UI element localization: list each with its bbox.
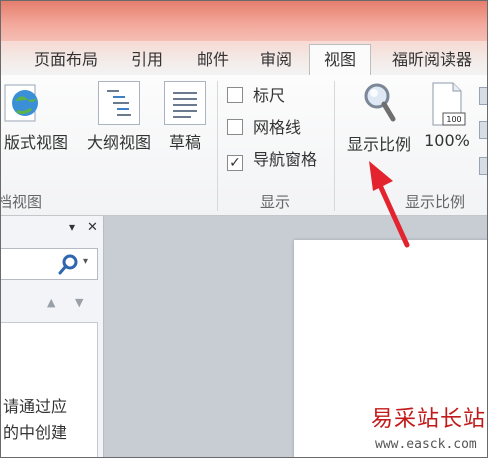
- outline-icon: [98, 81, 140, 125]
- search-dropdown-icon[interactable]: ▾: [83, 256, 88, 267]
- search-icon[interactable]: [57, 253, 79, 275]
- next-result-icon[interactable]: ▼: [75, 296, 83, 309]
- ruler-label: 标尺: [253, 86, 286, 105]
- draft-icon: [164, 81, 206, 125]
- group-separator: [217, 81, 218, 211]
- previous-result-icon[interactable]: ▲: [47, 296, 55, 309]
- search-input[interactable]: ▾: [1, 248, 98, 280]
- zoom-100-label: 100%: [424, 131, 470, 150]
- ruler-checkbox-box[interactable]: [227, 87, 243, 103]
- two-pages-icon[interactable]: [479, 121, 487, 139]
- show-group-label: 显示: [260, 193, 291, 211]
- zoom-group-label: 显示比例: [405, 193, 466, 211]
- tab-view[interactable]: 视图: [309, 44, 371, 77]
- tab-foxit-reader[interactable]: 福昕阅读器: [383, 47, 481, 75]
- checkmark-icon[interactable]: ✓: [227, 155, 243, 171]
- watermark-url: www.easck.com: [375, 437, 477, 452]
- views-group-label: 档视图: [0, 193, 43, 211]
- zoom-button[interactable]: 显示比例: [341, 79, 417, 155]
- navigation-pane: ▾ ✕ ▾ ▲ ▼ 请通过应 的中创建: [1, 216, 104, 457]
- page-width-icon[interactable]: [479, 157, 487, 175]
- web-layout-icon: [4, 84, 38, 122]
- draft-view-button[interactable]: 草稿: [161, 81, 209, 153]
- word-window: 页面布局 引用 邮件 审阅 视图 福昕阅读器 版式视图 大纲视图 草稿 档视图 …: [0, 0, 488, 458]
- tab-mailings[interactable]: 邮件: [191, 47, 235, 75]
- navigation-results: 请通过应 的中创建: [1, 322, 98, 457]
- navigation-pane-label: 导航窗格: [253, 150, 318, 169]
- outline-view-button[interactable]: 大纲视图: [81, 81, 157, 153]
- magnifier-icon: [364, 83, 396, 122]
- gridlines-checkbox-box[interactable]: [227, 119, 243, 135]
- zoom-100-button[interactable]: 100 100%: [419, 81, 475, 150]
- nav-help-text-line2: 的中创建: [3, 423, 68, 442]
- tab-references[interactable]: 引用: [125, 47, 169, 75]
- page-100-icon: 100: [432, 82, 466, 126]
- pane-menu-icon[interactable]: ▾: [69, 220, 75, 234]
- ribbon-tab-row: 页面布局 引用 邮件 审阅 视图 福昕阅读器: [1, 41, 487, 77]
- web-layout-view-label: 版式视图: [3, 133, 68, 152]
- close-icon[interactable]: ✕: [87, 220, 98, 235]
- zoom-label: 显示比例: [346, 135, 411, 154]
- watermark-title: 易采站长站: [371, 407, 487, 432]
- title-bar: [1, 1, 487, 45]
- gridlines-label: 网格线: [253, 118, 302, 137]
- navigation-pane-header: ▾ ✕: [1, 216, 103, 244]
- group-separator: [334, 81, 335, 211]
- svg-text:100: 100: [446, 115, 461, 124]
- ribbon-view: 版式视图 大纲视图 草稿 档视图 标尺 网格线 ✓ 导航窗格 显示 显示比例 1…: [1, 75, 487, 216]
- navigation-pane-checkbox[interactable]: ✓ 导航窗格: [227, 149, 317, 171]
- nav-help-text-line1: 请通过应: [3, 397, 68, 416]
- one-page-icon[interactable]: [479, 87, 487, 105]
- ruler-checkbox[interactable]: 标尺: [227, 85, 285, 107]
- web-layout-view-button[interactable]: 版式视图: [1, 81, 75, 153]
- tab-review[interactable]: 审阅: [254, 47, 298, 75]
- outline-view-label: 大纲视图: [86, 133, 151, 152]
- tab-page-layout[interactable]: 页面布局: [29, 47, 103, 75]
- gridlines-checkbox[interactable]: 网格线: [227, 117, 301, 139]
- draft-view-label: 草稿: [168, 133, 201, 152]
